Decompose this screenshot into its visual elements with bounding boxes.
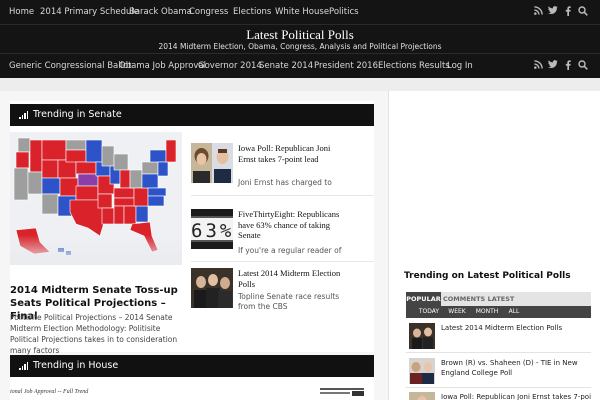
- nav-primary-schedule[interactable]: 2014 Primary Schedule: [40, 7, 139, 17]
- sub-navigation: Generic Congressional Ballot Obama Job A…: [0, 53, 600, 78]
- story-excerpt: Joni Ernst has charged to: [238, 178, 332, 187]
- popular-item[interactable]: Iowa Poll: Republican Joni Ernst takes 7…: [406, 392, 591, 400]
- nav-governor-2014[interactable]: Governor 2014: [198, 61, 262, 71]
- senate-section: Trending in Senate 2014 Midterm Senate T…: [10, 101, 374, 355]
- house-image-logo: [320, 387, 364, 397]
- popular-item[interactable]: Brown (R) vs. Shaheen (D) - TIE in New E…: [406, 358, 591, 386]
- section-title: Trending in House: [33, 360, 119, 371]
- story-item[interactable]: Latest 2014 Midterm Election Polls Topli…: [191, 268, 374, 324]
- popular-item-title[interactable]: Iowa Poll: Republican Joni Ernst takes 7…: [441, 392, 591, 400]
- nav-obama-approval[interactable]: Obama Job Approval: [119, 61, 206, 71]
- period-all[interactable]: ALL: [504, 306, 524, 318]
- popular-item-title[interactable]: Brown (R) vs. Shaheen (D) - TIE in New E…: [441, 358, 591, 378]
- nav-white-house[interactable]: White House: [275, 7, 329, 17]
- nav-politics[interactable]: Politics: [329, 7, 359, 17]
- search-icon[interactable]: [577, 6, 589, 18]
- story-thumbnail[interactable]: [191, 268, 233, 308]
- lead-story-excerpt: Politisite Political Projections – 2014 …: [10, 313, 178, 355]
- popular-thumbnail[interactable]: [409, 358, 435, 384]
- story-thumbnail[interactable]: [191, 143, 233, 183]
- main-content: Trending in Senate 2014 Midterm Senate T…: [0, 91, 388, 400]
- story-excerpt: Topline Senate race results from the CBS: [238, 292, 340, 311]
- house-section-heading: Trending in House: [10, 355, 374, 377]
- nav-barack-obama[interactable]: Barack Obama: [129, 7, 192, 17]
- signal-bars-icon: [19, 362, 29, 370]
- nav-generic-ballot[interactable]: Generic Congressional Ballot: [9, 61, 132, 71]
- senate-section-heading: Trending in Senate: [10, 104, 374, 126]
- signal-bars-icon: [19, 111, 29, 119]
- odds-counter-text: 63%: [191, 216, 233, 242]
- nav-elections[interactable]: Elections: [233, 7, 271, 17]
- trending-period-tabs: TODAY WEEK MONTH ALL: [406, 306, 591, 318]
- story-excerpt: If you're a regular reader of: [238, 246, 342, 255]
- period-month[interactable]: MONTH: [472, 306, 502, 318]
- popular-item-title[interactable]: Latest 2014 Midterm Election Polls: [441, 323, 591, 333]
- nav-home[interactable]: Home: [9, 7, 34, 17]
- story-title[interactable]: Latest 2014 Midterm Election Polls: [238, 268, 343, 289]
- site-title[interactable]: Latest Political Polls: [0, 27, 600, 43]
- sidebar: Trending on Latest Political Polls POPUL…: [388, 91, 600, 400]
- nav-senate-2014[interactable]: Senate 2014: [259, 61, 313, 71]
- nav-congress[interactable]: Congress: [189, 7, 228, 17]
- story-title[interactable]: Iowa Poll: Republican Joni Ernst takes 7…: [238, 143, 343, 164]
- period-today[interactable]: TODAY: [416, 306, 442, 318]
- trending-widget-title: Trending on Latest Political Polls: [404, 271, 571, 281]
- facebook-icon[interactable]: [562, 60, 574, 72]
- popular-item[interactable]: Latest 2014 Midterm Election Polls: [406, 323, 591, 349]
- nav-president-2016[interactable]: President 2016: [314, 61, 378, 71]
- house-section: Trending in House ional Job Approval -- …: [10, 355, 374, 400]
- site-tagline: 2014 Midterm Election, Obama, Congress, …: [158, 42, 442, 51]
- senate-map-image[interactable]: [10, 132, 182, 265]
- tab-popular[interactable]: POPULAR: [406, 292, 441, 306]
- top-navigation: Home 2014 Primary Schedule Barack Obama …: [0, 0, 600, 25]
- tab-latest[interactable]: LATEST: [484, 292, 518, 306]
- facebook-icon[interactable]: [562, 6, 574, 18]
- site-header: Latest Political Polls 2014 Midterm Elec…: [0, 25, 600, 53]
- story-title[interactable]: FiveThirtyEight: Republicans have 63% ch…: [238, 209, 343, 241]
- nav-elections-results[interactable]: Elections Results: [378, 61, 450, 71]
- section-title: Trending in Senate: [33, 109, 122, 120]
- twitter-icon[interactable]: [547, 6, 559, 18]
- search-icon[interactable]: [577, 60, 589, 72]
- twitter-icon[interactable]: [547, 60, 559, 72]
- tab-comments[interactable]: COMMENTS: [443, 292, 485, 306]
- popular-thumbnail[interactable]: [409, 392, 435, 400]
- trending-tabs: POPULAR COMMENTS LATEST: [406, 292, 591, 306]
- header-spacer: [0, 78, 600, 91]
- story-item[interactable]: 63% FiveThirtyEight: Republicans have 63…: [191, 209, 374, 265]
- period-week[interactable]: WEEK: [444, 306, 470, 318]
- rss-icon[interactable]: [532, 6, 544, 18]
- popular-thumbnail[interactable]: [409, 323, 435, 349]
- rss-icon[interactable]: [532, 60, 544, 72]
- house-image-caption: ional Job Approval -- Full Trend: [10, 389, 89, 395]
- story-item[interactable]: Iowa Poll: Republican Joni Ernst takes 7…: [191, 143, 374, 199]
- story-thumbnail[interactable]: 63%: [191, 209, 233, 249]
- nav-log-in[interactable]: Log In: [447, 61, 473, 71]
